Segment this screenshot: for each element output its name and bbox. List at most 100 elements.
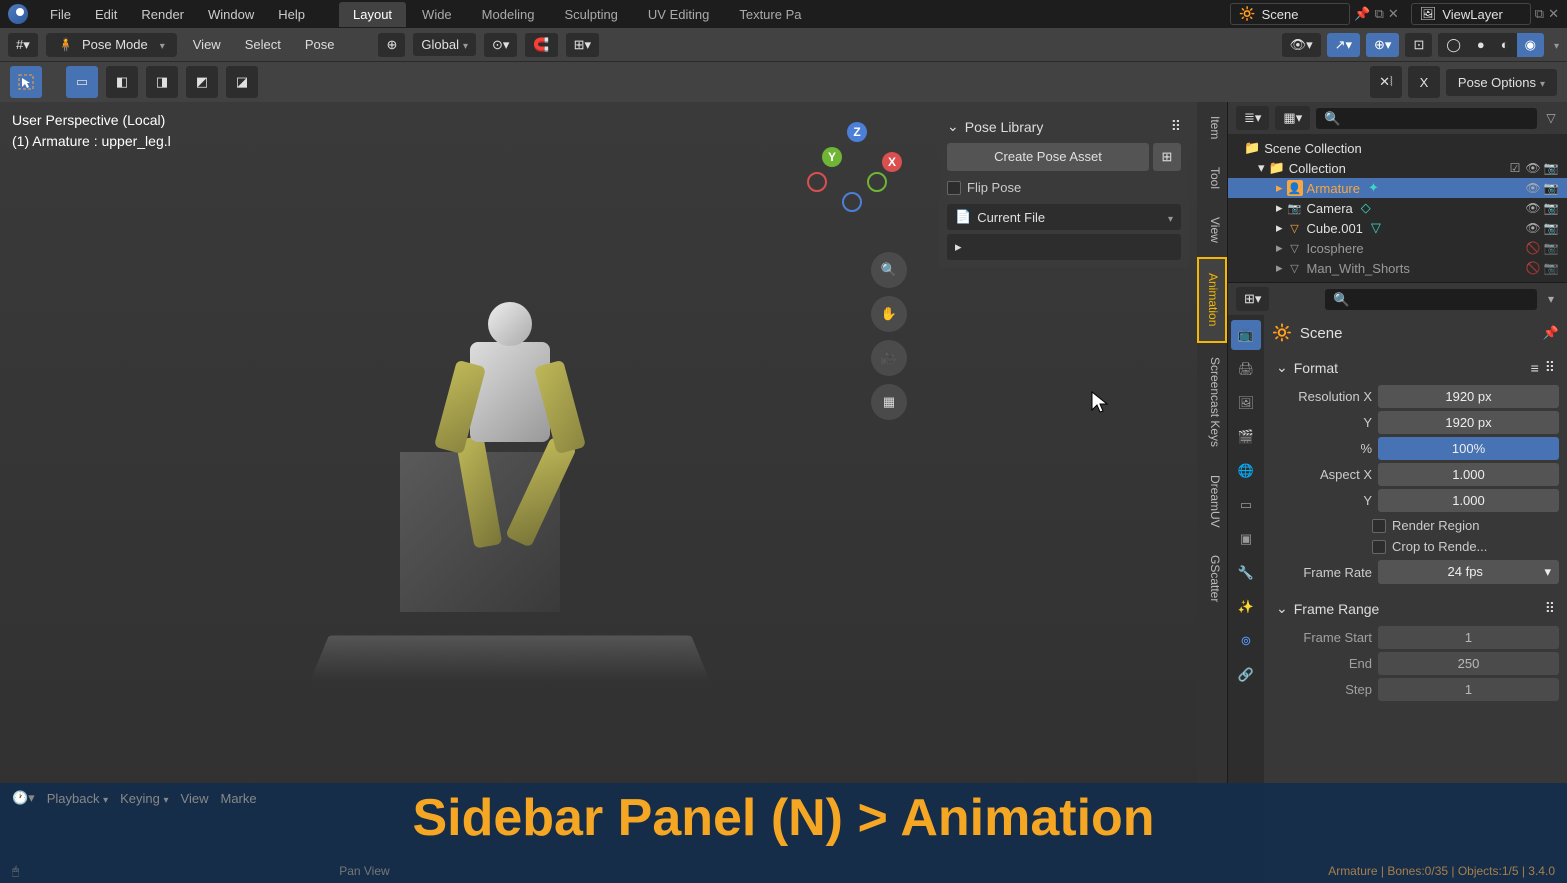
crop-checkbox[interactable] xyxy=(1372,540,1386,554)
overlay-toggle[interactable]: ⊕▾ xyxy=(1366,33,1399,57)
outliner-display-icon[interactable]: ▦▾ xyxy=(1275,106,1310,130)
sidebar-tab-tool[interactable]: Tool xyxy=(1197,153,1227,203)
tab-uv-editing[interactable]: UV Editing xyxy=(634,2,723,27)
select-intersect-button[interactable]: ◩ xyxy=(186,66,218,98)
chevron-icon[interactable]: ▸ xyxy=(1276,240,1283,256)
panel-options-icon[interactable]: ⠿ xyxy=(1545,359,1555,376)
menu-edit[interactable]: Edit xyxy=(85,3,127,26)
eye-closed-icon[interactable]: 🚫 xyxy=(1525,240,1541,256)
frame-rate-dropdown[interactable]: 24 fps ▾ xyxy=(1378,560,1559,584)
outliner-scene-collection[interactable]: 📁 Scene Collection xyxy=(1228,138,1567,158)
sidebar-tab-view[interactable]: View xyxy=(1197,203,1227,257)
sidebar-tab-screencast[interactable]: Screencast Keys xyxy=(1197,343,1227,461)
axis-y-icon[interactable]: Y xyxy=(822,147,842,167)
tab-sculpting[interactable]: Sculpting xyxy=(550,2,631,27)
axis-z-icon[interactable]: Z xyxy=(847,122,867,142)
chevron-icon[interactable]: ▾ xyxy=(1258,160,1265,176)
outliner-collection[interactable]: ▾ 📁 Collection ☑ 👁 📷 xyxy=(1228,158,1567,178)
orient-icon-dropdown[interactable]: ⊕ xyxy=(378,33,405,57)
camera-icon[interactable]: 📷 xyxy=(1543,260,1559,276)
pose-asset-list[interactable]: ▸ xyxy=(947,234,1181,260)
chevron-icon[interactable]: ▸ xyxy=(1276,220,1283,236)
camera-icon[interactable]: 📷 xyxy=(1543,160,1559,176)
prop-tab-constraints[interactable]: 🔗 xyxy=(1231,660,1261,690)
menu-render[interactable]: Render xyxy=(131,3,194,26)
prop-tab-world[interactable]: 🌐 xyxy=(1231,456,1261,486)
editor-type-icon[interactable]: #▾ xyxy=(8,33,38,57)
tab-wide[interactable]: Wide xyxy=(408,2,466,27)
select-invert-button[interactable]: ◪ xyxy=(226,66,258,98)
shading-solid[interactable]: ● xyxy=(1469,33,1493,57)
aspect-x-field[interactable]: 1.000 xyxy=(1378,463,1559,486)
asset-library-dropdown[interactable]: 📄 Current File xyxy=(947,204,1181,230)
resolution-pct-field[interactable]: 100% xyxy=(1378,437,1559,460)
select-subtract-button[interactable]: ◨ xyxy=(146,66,178,98)
header-menu-view[interactable]: View xyxy=(185,33,229,56)
visibility-dropdown[interactable]: 👁▾ xyxy=(1282,33,1321,57)
shading-options-chevron[interactable] xyxy=(1550,37,1559,52)
outliner-item-cube[interactable]: ▸ ▽ Cube.001 ▽ 👁 📷 xyxy=(1228,218,1567,238)
properties-editor-icon[interactable]: ⊞▾ xyxy=(1236,287,1269,311)
eye-icon[interactable]: 👁 xyxy=(1525,160,1541,176)
tab-layout[interactable]: Layout xyxy=(339,2,406,27)
panel-options-icon[interactable]: ⠿ xyxy=(1171,118,1181,135)
select-box-button[interactable]: ▭ xyxy=(66,66,98,98)
tab-modeling[interactable]: Modeling xyxy=(468,2,549,27)
eye-icon[interactable]: 👁 xyxy=(1525,200,1541,216)
filter-icon[interactable]: ▽ xyxy=(1543,110,1559,126)
timeline-menu-keying[interactable]: Keying ▾ xyxy=(120,791,168,806)
orientation-dropdown[interactable]: Global xyxy=(413,33,476,56)
chevron-icon[interactable]: ▸ xyxy=(1276,260,1283,276)
create-pose-extra-icon[interactable]: ⊞ xyxy=(1153,143,1181,171)
shading-wireframe[interactable]: ◯ xyxy=(1438,33,1469,57)
chevron-icon[interactable]: ▸ xyxy=(1276,200,1283,216)
nav-gizmo[interactable]: Z X Y xyxy=(807,122,907,222)
frame-start-field[interactable]: 1 xyxy=(1378,626,1559,649)
mode-dropdown[interactable]: 🧍 Pose Mode xyxy=(46,33,177,57)
pin-icon[interactable]: 📌 xyxy=(1354,6,1370,22)
axis-x-icon[interactable]: X xyxy=(882,152,902,172)
sidebar-tab-dreamuv[interactable]: DreamUV xyxy=(1197,461,1227,542)
header-menu-select[interactable]: Select xyxy=(237,33,289,56)
axis-neg-x-icon[interactable] xyxy=(807,172,827,192)
chevron-icon[interactable]: ▸ xyxy=(1276,180,1283,196)
outliner-item-man[interactable]: ▸ ▽ Man_With_Shorts 🚫 📷 xyxy=(1228,258,1567,278)
outliner-editor-icon[interactable]: ≣▾ xyxy=(1236,106,1269,130)
sidebar-tab-animation[interactable]: Animation xyxy=(1197,257,1227,342)
menu-help[interactable]: Help xyxy=(268,3,315,26)
mirror-icon[interactable]: ✕⦚ xyxy=(1370,66,1402,98)
camera-icon[interactable]: 📷 xyxy=(1543,240,1559,256)
eye-closed-icon[interactable]: 🚫 xyxy=(1525,260,1541,276)
timeline-menu-playback[interactable]: Playback ▾ xyxy=(47,791,108,806)
eye-icon[interactable]: 👁 xyxy=(1525,220,1541,236)
frame-step-field[interactable]: 1 xyxy=(1378,678,1559,701)
copy-icon[interactable]: ⧉ xyxy=(1535,6,1544,22)
render-region-checkbox[interactable] xyxy=(1372,519,1386,533)
3d-viewport[interactable]: User Perspective (Local) (1) Armature : … xyxy=(0,102,1197,883)
frame-end-field[interactable]: 250 xyxy=(1378,652,1559,675)
zoom-icon[interactable]: 🔍 xyxy=(871,252,907,288)
pose-options-dropdown[interactable]: Pose Options xyxy=(1446,69,1557,96)
prop-tab-render[interactable]: 📺 xyxy=(1231,320,1261,350)
camera-icon[interactable]: 📷 xyxy=(1543,200,1559,216)
flip-pose-checkbox[interactable] xyxy=(947,181,961,195)
prop-tab-particles[interactable]: ✨ xyxy=(1231,592,1261,622)
panel-options-icon[interactable]: ⠿ xyxy=(1545,600,1555,617)
outliner-search-input[interactable] xyxy=(1316,108,1537,129)
viewlayer-dropdown[interactable]: 🖼 ViewLayer xyxy=(1411,3,1531,25)
timeline-menu-marker[interactable]: Marke xyxy=(220,791,256,806)
aspect-y-field[interactable]: 1.000 xyxy=(1378,489,1559,512)
axis-neg-z-icon[interactable] xyxy=(842,192,862,212)
eye-icon[interactable]: 👁 xyxy=(1525,180,1541,196)
sidebar-tab-item[interactable]: Item xyxy=(1197,102,1227,153)
shading-matpreview[interactable]: ◐ xyxy=(1493,33,1517,57)
outliner-item-icosphere[interactable]: ▸ ▽ Icosphere 🚫 📷 xyxy=(1228,238,1567,258)
perspective-icon[interactable]: ▦ xyxy=(871,384,907,420)
axis-neg-y-icon[interactable] xyxy=(867,172,887,192)
create-pose-button[interactable]: Create Pose Asset xyxy=(947,143,1149,171)
gizmo-toggle[interactable]: ↗▾ xyxy=(1327,33,1360,57)
select-tool-button[interactable] xyxy=(10,66,42,98)
camera-icon[interactable]: 📷 xyxy=(1543,180,1559,196)
close-icon[interactable]: ✕ xyxy=(1388,6,1399,22)
presets-icon[interactable]: ≡ xyxy=(1531,360,1539,376)
